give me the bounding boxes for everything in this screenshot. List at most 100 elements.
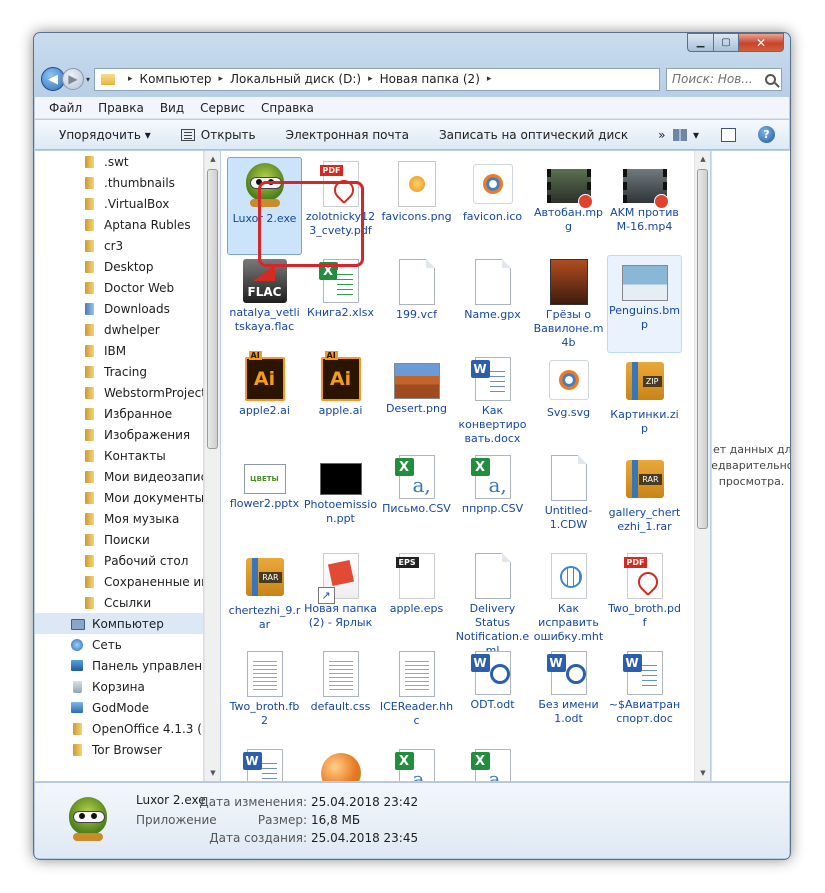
sidebar-item[interactable]: IBM — [35, 340, 203, 361]
scroll-down-arrow[interactable]: ▼ — [205, 765, 221, 781]
file-item[interactable]: FLAC natalya_vetlitskaya.flac — [227, 255, 302, 353]
email-button[interactable]: Электронная почта — [286, 128, 409, 142]
help-icon[interactable]: ? — [758, 126, 775, 143]
scroll-thumb[interactable] — [697, 169, 708, 529]
scroll-thumb[interactable] — [207, 169, 218, 449]
file-item[interactable]: ICEReader.hhc — [379, 647, 454, 745]
file-item[interactable]: favicon.ico — [455, 157, 530, 255]
file-item[interactable]: Как исправить ошибку.mht — [531, 549, 606, 647]
sidebar-item[interactable]: Doctor Web — [35, 277, 203, 298]
sidebar-item[interactable]: cr3 — [35, 235, 203, 256]
sidebar-item[interactable]: Рабочий стол — [35, 550, 203, 571]
file-item[interactable] — [227, 745, 302, 781]
file-item[interactable]: zolotnicky123_cvety.pdf — [303, 157, 378, 255]
file-item[interactable]: Untitled-1.CDW — [531, 451, 606, 549]
file-item[interactable]: Photoemission.ppt — [303, 451, 378, 549]
breadcrumb-separator[interactable]: ▸ — [487, 74, 492, 84]
sidebar-item[interactable]: .VirtualBox — [35, 193, 203, 214]
navigation-scrollbar[interactable]: ▲ ▼ — [204, 151, 220, 781]
address-bar[interactable]: ▸ Компьютер ▸ Локальный диск (D:) ▸ Нова… — [94, 67, 660, 91]
breadcrumb-separator[interactable]: ▸ — [128, 74, 133, 84]
sidebar-item[interactable]: Desktop — [35, 256, 203, 277]
close-button[interactable]: ✕ — [739, 33, 784, 52]
breadcrumb-separator[interactable]: ▸ — [368, 74, 373, 84]
file-item[interactable] — [379, 745, 454, 781]
sidebar-item[interactable]: Избранное — [35, 403, 203, 424]
file-item[interactable]: favicons.png — [379, 157, 454, 255]
file-item[interactable]: Penguins.bmp — [607, 255, 682, 353]
sidebar-item[interactable]: WebstormProjects — [35, 382, 203, 403]
file-view-scrollbar[interactable]: ▲ ▼ — [694, 151, 710, 781]
sidebar-item[interactable]: Мои видеозаписи — [35, 466, 203, 487]
file-item[interactable]: Новая папка (2) - Ярлык — [303, 549, 378, 647]
breadcrumb-computer[interactable]: Компьютер — [140, 72, 212, 86]
file-item[interactable]: Delivery Status Notification.eml — [455, 549, 530, 657]
sidebar-item[interactable]: Моя музыка — [35, 508, 203, 529]
file-item[interactable]: Письмо.CSV — [379, 451, 454, 549]
sidebar-item[interactable]: Панель управления — [35, 655, 203, 676]
file-item[interactable]: Книга2.xlsx — [303, 255, 378, 353]
sidebar-item[interactable]: Tor Browser — [35, 739, 203, 760]
menu-tools[interactable]: Сервис — [200, 101, 245, 115]
burn-button[interactable]: Записать на оптический диск — [439, 128, 628, 142]
forward-button[interactable]: ▶ — [62, 68, 84, 90]
menu-file[interactable]: Файл — [49, 101, 82, 115]
sidebar-item[interactable]: Корзина — [35, 676, 203, 697]
file-item[interactable]: Two_broth.fb2 — [227, 647, 302, 745]
file-item[interactable]: Name.gpx — [455, 255, 530, 353]
sidebar-item[interactable]: Изображения — [35, 424, 203, 445]
sidebar-item[interactable]: GodMode — [35, 697, 203, 718]
file-item[interactable]: apple.eps — [379, 549, 454, 647]
file-item[interactable]: default.css — [303, 647, 378, 745]
file-item[interactable]: Картинки.zip — [607, 353, 682, 451]
file-item[interactable]: AKM против M-16.mp4 — [607, 157, 682, 255]
maximize-button[interactable]: ▢ — [714, 33, 739, 52]
sidebar-item[interactable]: Aptana Rubles — [35, 214, 203, 235]
breadcrumb-folder[interactable]: Новая папка (2) — [380, 72, 480, 86]
file-item[interactable] — [303, 745, 378, 781]
view-options-dropdown[interactable]: ▾ — [693, 128, 699, 142]
sidebar-item[interactable]: .thumbnails — [35, 172, 203, 193]
file-item[interactable]: ~$Авиатранспорт.doc — [607, 647, 682, 745]
file-item[interactable]: Ai apple.ai — [303, 351, 378, 451]
change-view-icon[interactable] — [672, 128, 687, 141]
file-item[interactable]: Two_broth.pdf — [607, 549, 682, 647]
menu-edit[interactable]: Правка — [98, 101, 144, 115]
file-item[interactable]: 199.vcf — [379, 255, 454, 353]
sidebar-item[interactable]: Downloads — [35, 298, 203, 319]
sidebar-item[interactable]: Сохраненные игры — [35, 571, 203, 592]
sidebar-item[interactable]: Компьютер — [35, 613, 203, 634]
sidebar-item[interactable]: Контакты — [35, 445, 203, 466]
file-item[interactable]: Как конвертировать.docx — [455, 353, 530, 451]
file-item[interactable]: Luxor 2.exe — [227, 157, 302, 255]
sidebar-item[interactable]: OpenOffice 4.1.3 (ru) — [35, 718, 203, 739]
file-item[interactable]: ппрпр.CSV — [455, 451, 530, 549]
sidebar-item[interactable]: Сеть — [35, 634, 203, 655]
preview-pane-icon[interactable] — [721, 127, 736, 142]
scroll-up-arrow[interactable]: ▲ — [695, 151, 711, 167]
file-item[interactable]: Desert.png — [379, 353, 454, 451]
scroll-down-arrow[interactable]: ▼ — [695, 765, 711, 781]
minimize-button[interactable]: ▁ — [687, 33, 714, 52]
file-item[interactable]: Автобан.mpg — [531, 157, 606, 255]
file-item[interactable]: Без имени 1.odt — [531, 647, 606, 745]
organize-button[interactable]: Упорядочить ▾ — [59, 128, 151, 142]
sidebar-item[interactable]: Tracing — [35, 361, 203, 382]
sidebar-item[interactable]: .swt — [35, 151, 203, 172]
more-commands-button[interactable]: » — [658, 128, 665, 142]
breadcrumb-separator[interactable]: ▸ — [218, 74, 223, 84]
menu-help[interactable]: Справка — [261, 101, 314, 115]
file-item[interactable]: Ai apple2.ai — [227, 351, 302, 451]
sidebar-item[interactable]: Мои документы — [35, 487, 203, 508]
file-item[interactable]: ODT.odt — [455, 647, 530, 745]
menu-view[interactable]: Вид — [160, 101, 184, 115]
scroll-up-arrow[interactable]: ▲ — [205, 151, 221, 167]
search-box[interactable]: Поиск: Нов... — [666, 67, 782, 91]
file-item[interactable]: chertezhi_9.rar — [227, 549, 302, 647]
recent-pages-dropdown[interactable]: ▾ — [86, 75, 90, 84]
breadcrumb-drive[interactable]: Локальный диск (D:) — [230, 72, 361, 86]
open-button[interactable]: Открыть — [180, 128, 256, 142]
file-item[interactable]: Грёзы о Вавилоне.m4b — [531, 255, 606, 353]
sidebar-item[interactable]: Ссылки — [35, 592, 203, 613]
file-item[interactable]: gallery_chertezhi_1.rar — [607, 451, 682, 549]
